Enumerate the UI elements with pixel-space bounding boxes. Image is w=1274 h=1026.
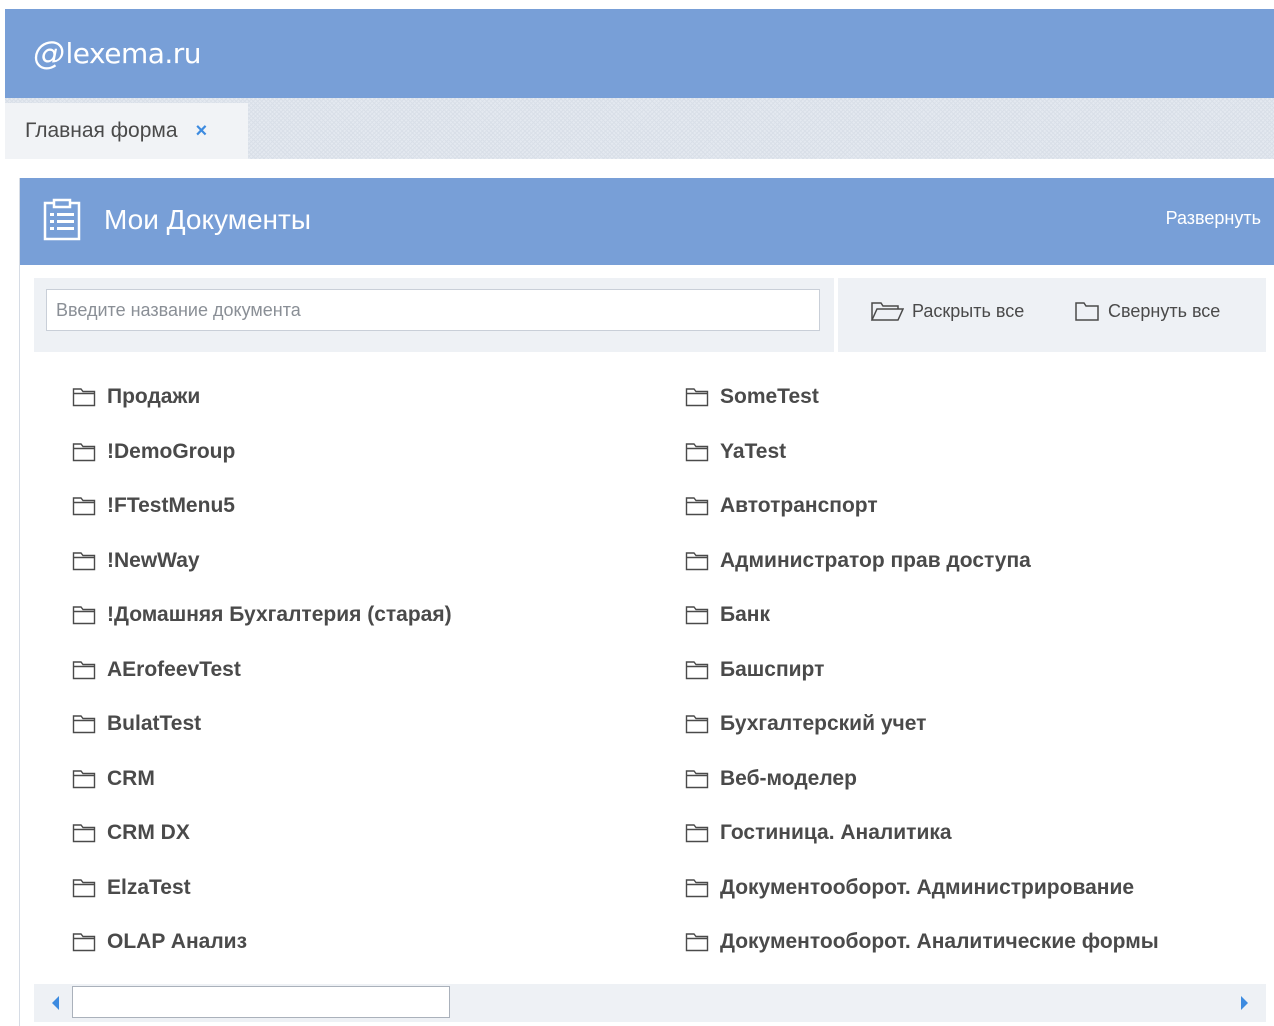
folder-icon <box>685 879 709 897</box>
tree-item[interactable]: Веб-моделер <box>685 752 1159 807</box>
tab-main-form[interactable]: Главная форма × <box>5 103 248 159</box>
tree-item-label: CRM DX <box>107 821 190 845</box>
tree-item-label: !Домашняя Бухгалтерия (старая) <box>107 603 452 627</box>
tree-item[interactable]: SomeTest <box>685 370 1159 425</box>
search-bar <box>34 278 834 352</box>
tree-item-label: ElzaTest <box>107 875 191 899</box>
folder-icon <box>685 552 709 570</box>
panel-title: Мои Документы <box>104 204 311 235</box>
scrollbar-thumb[interactable] <box>72 986 450 1018</box>
folder-icon <box>685 388 709 407</box>
tree-item[interactable]: !NewWay <box>72 534 452 589</box>
tree-item-label: !DemoGroup <box>107 439 236 463</box>
tree-item[interactable]: Администратор прав доступа <box>685 534 1159 589</box>
tree-item-label: Башспирт <box>720 657 825 681</box>
document-list-icon <box>43 198 81 241</box>
tree-item[interactable]: !Домашняя Бухгалтерия (старая) <box>72 588 452 643</box>
scroll-right-icon[interactable] <box>1241 996 1248 1010</box>
tree-item-label: Автотранспорт <box>720 494 878 518</box>
tab-close-icon[interactable]: × <box>196 120 208 143</box>
tree-item[interactable]: OLAP Анализ <box>72 915 452 970</box>
tree-item-label: !FTestMenu5 <box>107 494 235 518</box>
expand-all-label: Раскрыть все <box>912 300 1025 321</box>
collapse-all-label: Свернуть все <box>1108 300 1221 321</box>
folder-icon <box>72 879 96 897</box>
tree-item-label: Документооборот. Администрирование <box>720 875 1135 899</box>
tree-item[interactable]: CRM <box>72 752 452 807</box>
tree-item[interactable]: BulatTest <box>72 697 452 752</box>
tab-bar: Главная форма × <box>5 98 1274 159</box>
tree-item-label: BulatTest <box>107 712 202 736</box>
panel-header: Мои Документы Развернуть <box>20 178 1274 265</box>
tree-item-label: OLAP Анализ <box>107 930 248 954</box>
folder-icon <box>685 661 709 679</box>
tree-actions: Раскрыть все Свернуть все <box>838 278 1266 352</box>
tree-item-label: Банк <box>720 603 770 627</box>
tree-item-label: Продажи <box>107 385 201 409</box>
tree-item-label: SomeTest <box>720 385 819 409</box>
tab-label: Главная форма <box>25 119 178 142</box>
folder-icon <box>72 497 96 516</box>
folder-icon <box>72 933 96 952</box>
tree-item[interactable]: Гостиница. Аналитика <box>685 806 1159 861</box>
tree-item[interactable]: Банк <box>685 588 1159 643</box>
tree-item[interactable]: Автотранспорт <box>685 479 1159 534</box>
tree-item[interactable]: CRM DX <box>72 806 452 861</box>
tree-item-label: !NewWay <box>107 548 200 572</box>
folder-icon <box>72 552 96 570</box>
tree-item-label: Гостиница. Аналитика <box>720 821 952 845</box>
folder-icon <box>72 388 96 407</box>
expand-all-button[interactable]: Раскрыть все <box>870 300 1024 322</box>
folder-icon <box>685 715 709 734</box>
tree-item-label: Веб-моделер <box>720 766 857 790</box>
tree-item[interactable]: !FTestMenu5 <box>72 479 452 534</box>
folder-icon <box>685 443 709 461</box>
collapse-all-button[interactable]: Свернуть все <box>1074 300 1220 322</box>
tree-item-label: AErofeevTest <box>107 657 241 681</box>
logo-text: lexema.ru <box>65 36 202 70</box>
tree-item-label: CRM <box>107 766 155 790</box>
folder-icon <box>72 715 96 734</box>
document-tree-left: Продажи !DemoGroup !FTestMenu5 !NewWay !… <box>72 370 452 970</box>
folder-icon <box>72 661 96 679</box>
tree-item-label: YaTest <box>720 439 787 463</box>
app-header: @ lexema.ru <box>5 9 1274 98</box>
tree-item-label: Администратор прав доступа <box>720 548 1031 572</box>
folder-icon <box>685 933 709 952</box>
tree-item[interactable]: AErofeevTest <box>72 643 452 698</box>
tree-item[interactable]: Документооборот. Администрирование <box>685 861 1159 916</box>
folder-icon <box>685 824 709 843</box>
tree-item-label: Бухгалтерский учет <box>720 712 927 736</box>
logo-mark-icon: @ <box>33 34 65 72</box>
tree-item[interactable]: ElzaTest <box>72 861 452 916</box>
folder-icon <box>72 606 96 625</box>
tree-item-label: Документооборот. Аналитические формы <box>720 930 1159 954</box>
tree-item[interactable]: YaTest <box>685 425 1159 480</box>
folder-open-icon <box>870 302 904 321</box>
tree-item[interactable]: Документооборот. Аналитические формы <box>685 915 1159 970</box>
folder-icon <box>685 497 709 516</box>
tree-item[interactable]: Бухгалтерский учет <box>685 697 1159 752</box>
document-tree-right: SomeTest YaTest Автотранспорт Администра… <box>685 370 1159 970</box>
folder-icon <box>72 824 96 843</box>
folder-icon <box>685 606 709 625</box>
folder-icon <box>685 770 709 788</box>
folder-icon <box>72 443 96 461</box>
tree-item[interactable]: Башспирт <box>685 643 1159 698</box>
scroll-left-icon[interactable] <box>52 996 59 1010</box>
logo[interactable]: @ lexema.ru <box>33 31 202 75</box>
folder-closed-icon <box>1075 302 1099 321</box>
tree-item[interactable]: !DemoGroup <box>72 425 452 480</box>
tree-item[interactable]: Продажи <box>72 370 452 425</box>
expand-panel-link[interactable]: Развернуть <box>1166 208 1261 229</box>
folder-icon <box>72 770 96 788</box>
my-documents-panel: Мои Документы Развернуть Раскрыть все Св… <box>19 178 1274 1026</box>
horizontal-scrollbar[interactable] <box>34 984 1266 1022</box>
document-search-input[interactable] <box>46 289 820 331</box>
